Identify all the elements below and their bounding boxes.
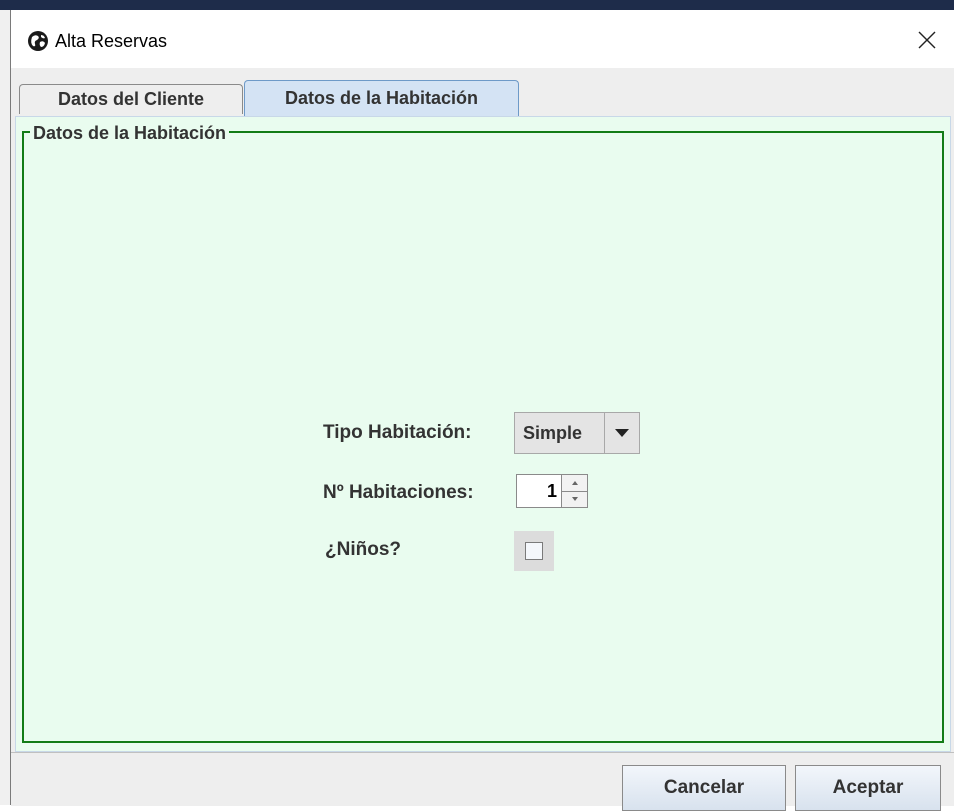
tab-strip: Datos del Cliente Datos de la Habitación [11,68,954,122]
room-type-combo[interactable]: Simple [514,412,640,454]
spinner-up-button[interactable] [562,475,587,492]
room-count-field[interactable]: 1 [516,474,562,508]
accept-button[interactable]: Aceptar [795,765,941,811]
desktop-left-edge [0,10,10,805]
close-button[interactable] [909,22,945,58]
children-checkbox[interactable] [514,531,554,571]
tab-datos-habitacion[interactable]: Datos de la Habitación [244,80,519,116]
checkbox-box [525,542,543,560]
dialog-window: Alta Reservas Datos del Cliente Datos de… [10,10,954,811]
room-count-label: Nº Habitaciones: [323,482,474,503]
group-legend: Datos de la Habitación [30,123,230,144]
button-bar: Cancelar Aceptar [11,752,954,811]
room-count-spinner: 1 [516,474,588,508]
spinner-buttons [562,474,588,508]
spinner-down-button[interactable] [562,491,587,507]
room-type-label: Tipo Habitación: [323,422,472,443]
title-bar: Alta Reservas [11,10,954,68]
tab-datos-cliente[interactable]: Datos del Cliente [19,84,243,114]
room-type-value: Simple [515,413,605,453]
close-icon [918,31,936,49]
chevron-up-icon [571,480,578,485]
window-title: Alta Reservas [55,31,168,51]
tab-panel: Datos de la Habitación Tipo Habitación: … [15,116,951,752]
globe-icon [28,31,48,51]
dropdown-arrow-icon[interactable] [605,413,639,453]
chevron-down-icon [571,497,578,502]
desktop-top-edge [0,0,954,10]
dialog-content: Datos del Cliente Datos de la Habitación… [11,68,954,811]
children-label: ¿Niños? [325,539,401,560]
room-data-group: Datos de la Habitación [22,123,944,743]
cancel-button[interactable]: Cancelar [622,765,786,811]
